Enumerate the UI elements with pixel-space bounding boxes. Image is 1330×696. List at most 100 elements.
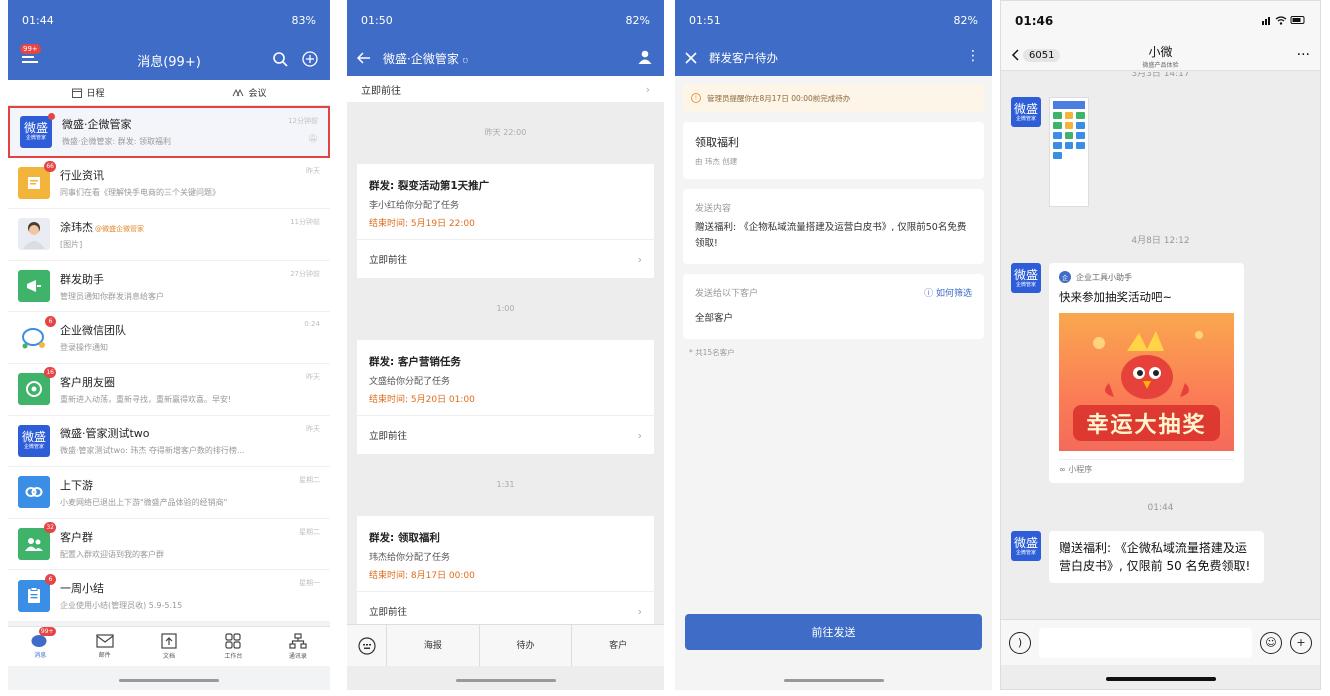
status-bar: 01:51 82% xyxy=(675,0,992,40)
bottom-tab-bar: 99+ 消息 邮件 文档 工作台 通讯录 xyxy=(8,626,330,666)
phone-messages: 01:44 83% 99+ 消息(99+) 日程 会议 微盛 企微管家 微盛·企… xyxy=(8,0,330,690)
plus-icon[interactable]: + xyxy=(1290,631,1312,654)
tab-label: 文档 xyxy=(163,653,176,660)
chat-item-upstream-downstream[interactable]: 上下游 小麦网络已退出上下游"微盛产品体验的经销商" 星期二 xyxy=(8,467,330,519)
home-indicator[interactable] xyxy=(1105,677,1216,681)
top-blue-region: 01:44 83% 99+ 消息(99+) xyxy=(8,0,330,80)
avatar: 微盛 企微管家 xyxy=(1011,531,1041,561)
more-icon[interactable]: ··· xyxy=(1297,47,1310,63)
search-icon[interactable] xyxy=(272,51,288,67)
chat-item-industry-news[interactable]: 66 行业资讯 同事们在看《理解快手电商的三个关键问题》 昨天 xyxy=(8,158,330,210)
chat-item-tuweijie[interactable]: 涂玮杰 @微盛企微管家 [图片] 11分钟前 xyxy=(8,209,330,261)
tab-mail[interactable]: 邮件 xyxy=(72,627,136,666)
message-text: 微盛 企微管家 赠送福利: 《企微私域流量搭建及运营白皮书》, 仅限前 50 名… xyxy=(1001,531,1320,583)
home-indicator[interactable] xyxy=(119,679,219,682)
emoji-icon[interactable]: ☺ xyxy=(1260,631,1282,654)
task-title: 群发: 领取福利 xyxy=(369,532,440,544)
tab-contacts[interactable]: 通讯录 xyxy=(266,627,330,666)
clock-icon: ! xyxy=(691,93,701,103)
chat-time: 27分钟前 xyxy=(290,269,320,278)
message-screenshot: 微盛 企微管家 xyxy=(1001,97,1320,207)
brand-logo-top: 微盛 xyxy=(1013,535,1038,550)
chevron-right-icon: › xyxy=(645,82,650,96)
keyboard-toggle[interactable] xyxy=(347,625,387,666)
go-send-button[interactable]: 前往发送 xyxy=(685,614,982,650)
menu-customers[interactable]: 客户 xyxy=(572,625,664,666)
chat-item-weisheng[interactable]: 微盛 企微管家 微盛·企微管家 微盛·企微管家: 群发: 领取福利 12分钟前 … xyxy=(8,106,330,158)
phone-wechat-chat: 01:46 6051 小微 微盛产品体验 ··· 3月3日 14:17 微盛 企… xyxy=(1000,0,1321,690)
chat-time: 昨天 xyxy=(306,166,320,175)
message-bubble[interactable]: 赠送福利: 《企微私域流量搭建及运营白皮书》, 仅限前 50 名免费领取! xyxy=(1049,531,1264,583)
go-label: 立即前往 xyxy=(369,255,408,266)
meeting-icon xyxy=(232,88,244,97)
home-indicator[interactable] xyxy=(455,679,556,682)
help-icon: ⓘ xyxy=(924,289,936,299)
chat-item-broadcast-helper[interactable]: 群发助手 管理员通知你群发消息给客户 27分钟前 xyxy=(8,261,330,313)
chat-item-moments[interactable]: 16 客户朋友圈 重新进入动荡，重新寻找，重新赢得欢喜。早安! 昨天 xyxy=(8,364,330,416)
grid-icon xyxy=(225,633,242,649)
tab-schedule[interactable]: 日程 xyxy=(8,80,169,105)
message-input[interactable] xyxy=(1039,627,1252,658)
chat-title: 小微 xyxy=(1148,45,1173,59)
keyboard-icon xyxy=(357,636,376,655)
wecom-logo-icon xyxy=(21,326,47,350)
calendar-icon xyxy=(72,88,83,98)
unread-badge: 16 xyxy=(44,367,56,379)
chat-item-weekly-summary[interactable]: 6 一周小结 企业使用小结(管理员收) 5.9-5.15 星期一 xyxy=(8,570,330,622)
tab-meeting[interactable]: 会议 xyxy=(169,80,330,105)
messages-header: 99+ 消息(99+) xyxy=(8,40,330,80)
chat-item-test-two[interactable]: 微盛 企微管家 微盛·管家测试two 微盛·管家测试two: 玮杰 夺得新增客户… xyxy=(8,416,330,468)
chat-time: 星期一 xyxy=(299,579,320,588)
status-bar: 01:44 83% xyxy=(8,0,330,40)
phone-weisheng-chat: 01:50 82% 微盛·企微管家 ᘮ 立即前往 › 昨天 22:00 群发: … xyxy=(347,0,664,690)
notice-text: 管理员提醒你在8月17日 00:00前完成待办 xyxy=(707,93,851,103)
chat-time: 星期二 xyxy=(299,527,320,536)
chat-list: 微盛 企微管家 微盛·企微管家 微盛·企微管家: 群发: 领取福利 12分钟前 … xyxy=(8,106,330,622)
chat-item-wecom-team[interactable]: 6 企业微信团队 登录操作通知 0:24 xyxy=(8,312,330,364)
tab-docs[interactable]: 文档 xyxy=(137,627,201,666)
chat-preview: 配置入群欢迎语到我的客户群 xyxy=(60,549,164,559)
back-arrow-icon[interactable] xyxy=(357,52,371,64)
mail-icon xyxy=(96,634,114,648)
menu-todo[interactable]: 待办 xyxy=(480,625,573,666)
chat-preview: [图片] xyxy=(60,239,83,249)
chat-preview: 管理员通知你群发消息给客户 xyxy=(60,291,164,301)
more-vertical-icon[interactable]: ⋮ xyxy=(966,49,980,63)
tab-workbench[interactable]: 工作台 xyxy=(201,627,265,666)
avatar: 微盛 企微管家 xyxy=(20,112,55,148)
unread-badge: 6 xyxy=(45,315,56,327)
go-now-link[interactable]: 立即前往 › xyxy=(357,240,654,278)
person-photo-icon xyxy=(21,219,47,250)
previous-task-go[interactable]: 立即前往 › xyxy=(347,76,664,102)
news-icon xyxy=(26,175,42,191)
phone-broadcast-todo: 01:51 82% 群发客户待办 ⋮ ! 管理员提醒你在8月17日 00:00前… xyxy=(675,0,992,690)
chat-item-customer-group[interactable]: 32 客户群 配置入群欢迎语到我的客户群 星期二 xyxy=(8,519,330,571)
chevron-right-icon: › xyxy=(637,604,642,618)
person-icon[interactable] xyxy=(638,50,652,64)
go-now-link[interactable]: 立即前往 › xyxy=(357,416,654,454)
unread-badge: 66 xyxy=(44,160,56,172)
status-battery: 83% xyxy=(291,13,316,27)
chat-subtitle: 微盛产品体验 xyxy=(1142,62,1179,69)
add-icon[interactable] xyxy=(302,51,318,67)
close-icon[interactable] xyxy=(685,52,697,64)
time-separator: 1:00 xyxy=(496,304,515,313)
mini-program-card[interactable]: 企 企业工具小助手 快来参加抽奖活动吧~ 幸运大抽奖 ∞ 小程序 xyxy=(1049,263,1244,483)
back-button[interactable]: 6051 xyxy=(1011,46,1061,65)
page-title: 微盛·企微管家 xyxy=(383,51,459,66)
top-blue-region: 01:51 82% 群发客户待办 ⋮ xyxy=(675,0,992,76)
chevron-left-icon xyxy=(1011,46,1019,65)
tab-messages[interactable]: 99+ 消息 xyxy=(8,627,72,666)
screenshot-image[interactable] xyxy=(1049,97,1089,207)
mini-source: 企业工具小助手 xyxy=(1076,272,1132,282)
how-to-filter-link[interactable]: ⓘ 如何筛选 xyxy=(924,286,972,299)
menu-poster[interactable]: 海报 xyxy=(387,625,480,666)
chat-tag: @微盛企微管家 xyxy=(95,224,144,233)
avatar: 66 xyxy=(18,160,56,199)
home-indicator[interactable] xyxy=(783,679,884,682)
voice-icon[interactable]: ) xyxy=(1009,631,1031,654)
task-card: 群发: 领取福利 玮杰给你分配了任务 结束时间: 8月17日 00:00 立即前… xyxy=(357,516,654,630)
chat-name: 涂玮杰 xyxy=(60,220,93,234)
tab-schedule-label: 日程 xyxy=(86,89,105,99)
brand-logo-top: 微盛 xyxy=(21,430,46,445)
